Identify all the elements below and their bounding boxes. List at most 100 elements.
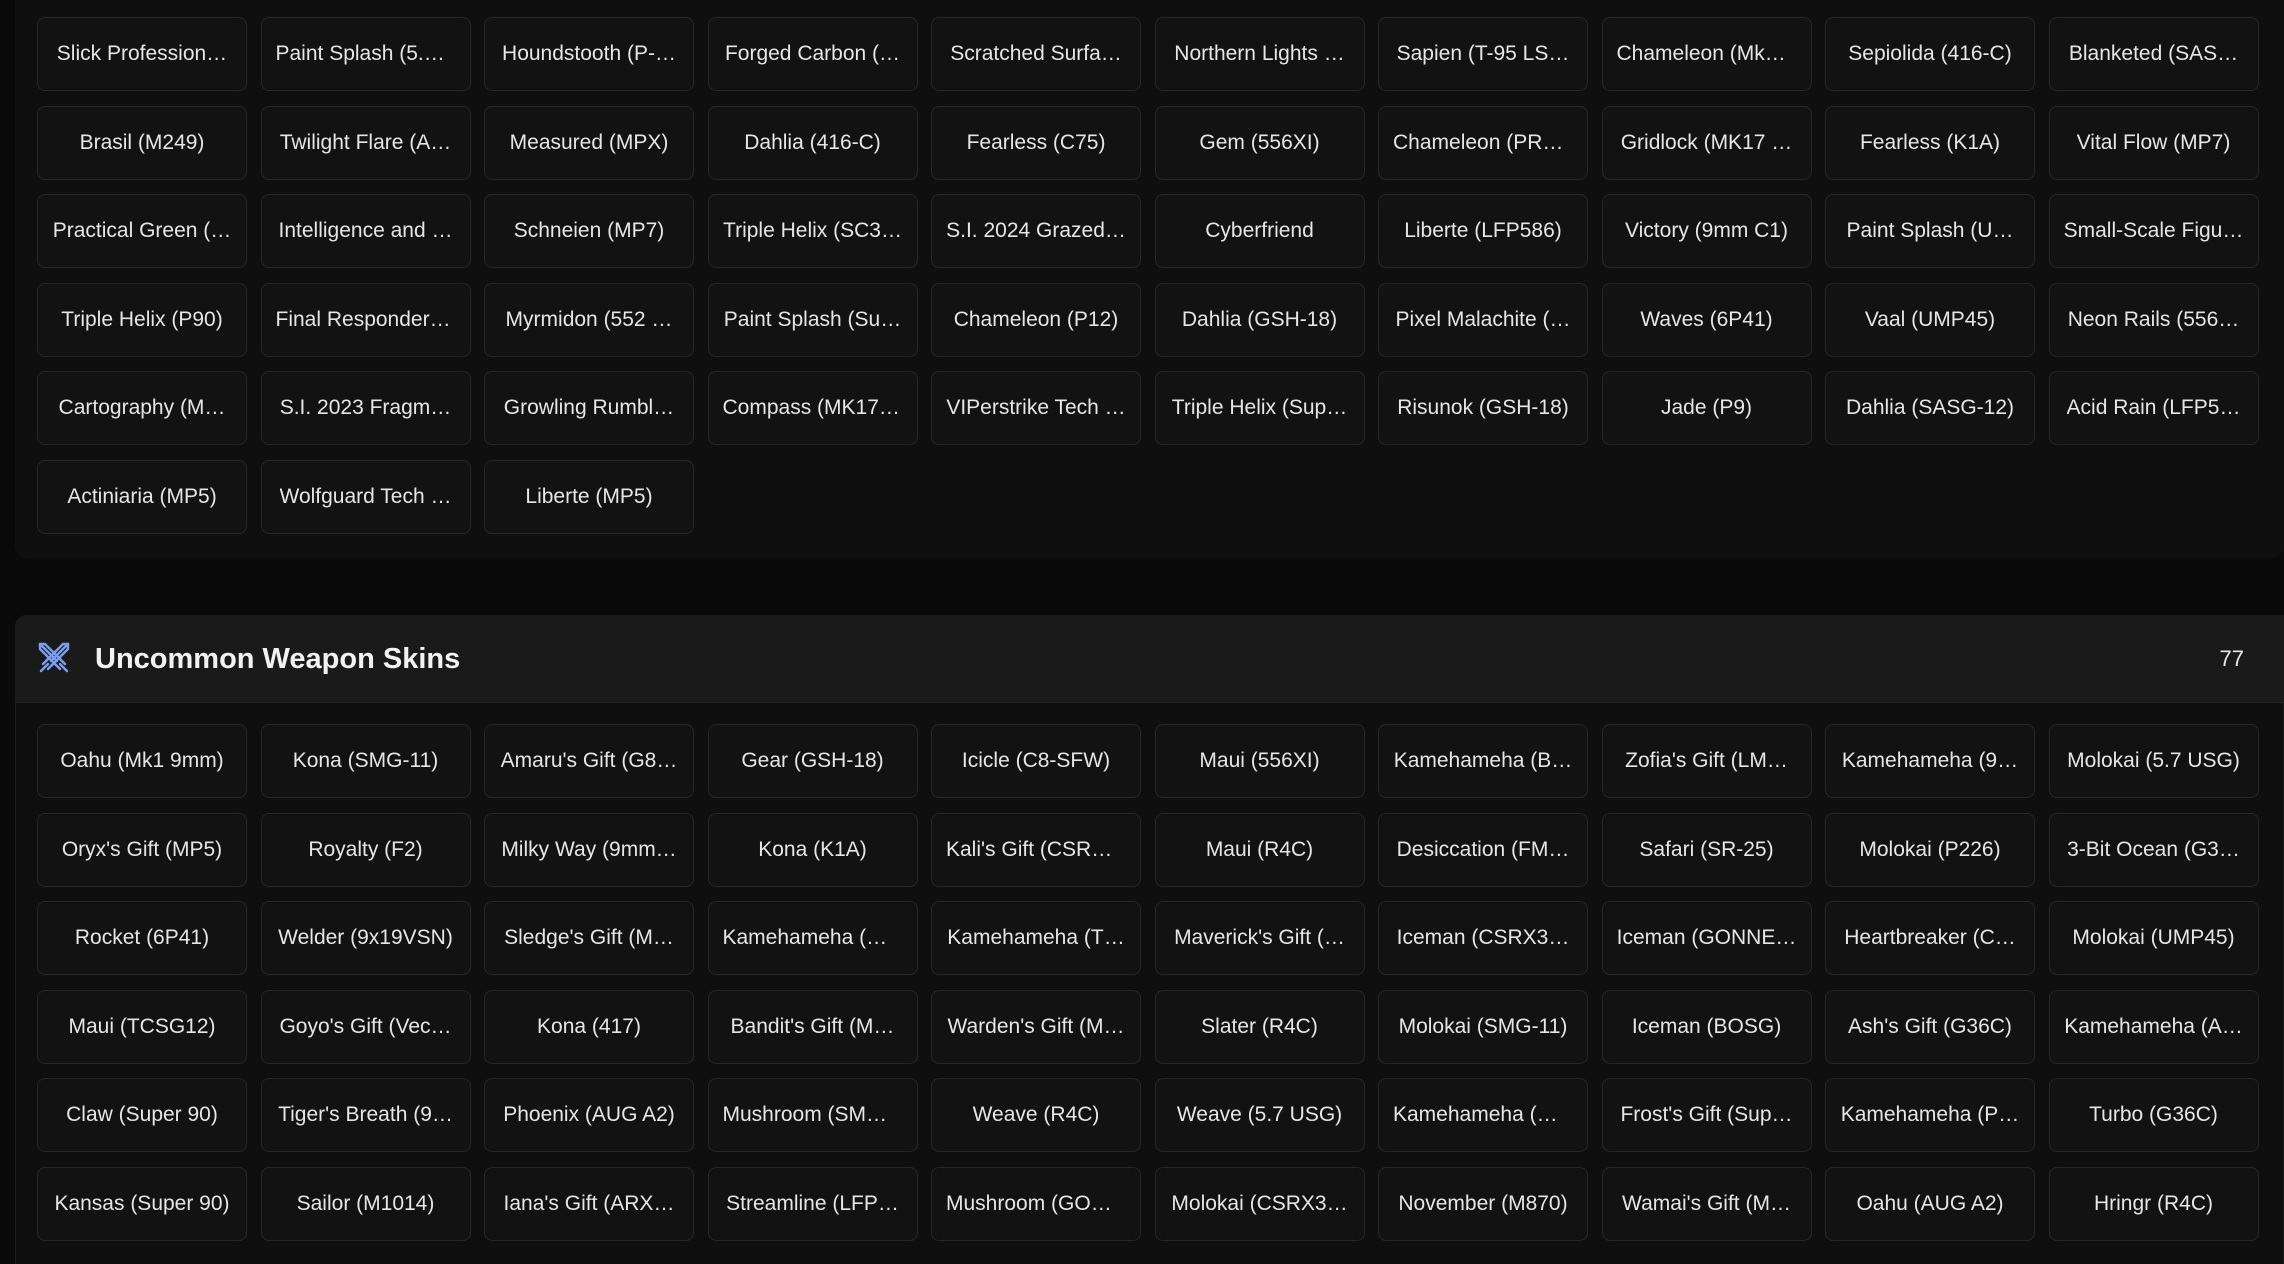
skin-tile[interactable]: Growling Rumbl…	[484, 371, 694, 445]
skin-tile[interactable]: Turbo (G36C)	[2048, 1078, 2259, 1152]
uncommon-section-header[interactable]: Uncommon Weapon Skins 77	[15, 615, 2284, 703]
skin-tile[interactable]: Sailor (M1014)	[260, 1166, 471, 1241]
skin-tile[interactable]: Liberte (MP5)	[484, 459, 694, 534]
skin-tile[interactable]: Liberte (LFP586)	[1378, 194, 1588, 268]
skin-tile[interactable]: Risunok (GSH-18)	[1378, 371, 1588, 445]
skin-tile[interactable]: Dahlia (SASG-12)	[1825, 371, 2035, 445]
skin-tile[interactable]: Maui (556XI)	[1154, 724, 1365, 798]
skin-tile[interactable]: Sledge's Gift (M…	[484, 901, 694, 975]
skin-tile[interactable]: Actiniaria (MP5)	[37, 459, 247, 534]
skin-tile[interactable]: Scratched Surfa…	[931, 17, 1141, 91]
skin-tile[interactable]: Kamehameha (T…	[931, 901, 1141, 975]
skin-tile[interactable]: Safari (SR-25)	[1601, 812, 1812, 887]
skin-tile[interactable]: Maverick's Gift (…	[1154, 901, 1365, 975]
skin-tile[interactable]: Sapien (T-95 LS…	[1378, 17, 1588, 91]
skin-tile[interactable]: Houndstooth (P-…	[484, 17, 694, 91]
skin-tile[interactable]: Zofia's Gift (LM…	[1601, 724, 1812, 798]
skin-tile[interactable]: Goyo's Gift (Vec…	[260, 989, 471, 1064]
skin-tile[interactable]: Maui (TCSG12)	[37, 989, 247, 1064]
skin-tile[interactable]: Icicle (C8-SFW)	[931, 724, 1141, 798]
skin-tile[interactable]: Kona (SMG-11)	[260, 724, 471, 798]
skin-tile[interactable]: Acid Rain (LFP5…	[2048, 371, 2259, 445]
skin-tile[interactable]: Phoenix (AUG A2)	[484, 1078, 694, 1152]
skin-tile[interactable]: Small-Scale Figu…	[2048, 194, 2259, 268]
skin-tile[interactable]: Royalty (F2)	[260, 812, 471, 887]
skin-tile[interactable]: Tiger's Breath (9…	[260, 1078, 471, 1152]
skin-tile[interactable]: Twilight Flare (A…	[260, 105, 471, 180]
skin-tile[interactable]: Claw (Super 90)	[37, 1078, 247, 1152]
skin-tile[interactable]: Pixel Malachite (…	[1378, 282, 1588, 357]
skin-tile[interactable]: Compass (MK17 …	[707, 371, 918, 445]
skin-tile[interactable]: Triple Helix (P90)	[37, 282, 247, 357]
skin-tile[interactable]: Wamai's Gift (M…	[1601, 1166, 1812, 1241]
skin-tile[interactable]: Kona (417)	[484, 989, 694, 1064]
skin-tile[interactable]: Amaru's Gift (G8…	[484, 724, 694, 798]
skin-tile[interactable]: Northern Lights …	[1154, 17, 1365, 91]
skin-tile[interactable]: Paint Splash (U…	[1825, 194, 2035, 268]
skin-tile[interactable]: Welder (9x19VSN)	[260, 901, 471, 975]
skin-tile[interactable]: Slick Profession…	[37, 17, 247, 91]
skin-tile[interactable]: Practical Green (…	[37, 194, 247, 268]
skin-tile[interactable]: S.I. 2024 Grazed…	[931, 194, 1141, 268]
skin-tile[interactable]: Frost's Gift (Sup…	[1601, 1078, 1812, 1152]
skin-tile[interactable]: Rocket (6P41)	[37, 901, 247, 975]
skin-tile[interactable]: Kamehameha (A…	[2048, 989, 2259, 1064]
skin-tile[interactable]: Iceman (GONNE…	[1601, 901, 1812, 975]
skin-tile[interactable]: Triple Helix (Sup…	[1154, 371, 1365, 445]
skin-tile[interactable]: Maui (R4C)	[1154, 812, 1365, 887]
skin-tile[interactable]: S.I. 2023 Fragm…	[260, 371, 471, 445]
skin-tile[interactable]: Molokai (CSRX3…	[1154, 1166, 1365, 1241]
skin-tile[interactable]: Kona (K1A)	[707, 812, 918, 887]
skin-tile[interactable]: Brasil (M249)	[37, 105, 247, 180]
skin-tile[interactable]: Iceman (CSRX3…	[1378, 901, 1588, 975]
skin-tile[interactable]: Dahlia (416-C)	[707, 105, 918, 180]
skin-tile[interactable]: 3-Bit Ocean (G3…	[2048, 812, 2259, 887]
skin-tile[interactable]: Kali's Gift (CSRX…	[931, 812, 1141, 887]
skin-tile[interactable]: Cartography (M…	[37, 371, 247, 445]
skin-tile[interactable]: Chameleon (P12)	[931, 282, 1141, 357]
skin-tile[interactable]: Kamehameha (B…	[1378, 724, 1588, 798]
skin-tile[interactable]: Molokai (P226)	[1825, 812, 2035, 887]
skin-tile[interactable]: Gear (GSH-18)	[707, 724, 918, 798]
skin-tile[interactable]: Sepiolida (416-C)	[1825, 17, 2035, 91]
skin-tile[interactable]: Mushroom (SMG…	[707, 1078, 918, 1152]
skin-tile[interactable]: Paint Splash (Su…	[707, 282, 918, 357]
skin-tile[interactable]: Dahlia (GSH-18)	[1154, 282, 1365, 357]
skin-tile[interactable]: Intelligence and …	[260, 194, 471, 268]
skin-tile[interactable]: Chameleon (PRB…	[1378, 105, 1588, 180]
skin-tile[interactable]: Mushroom (GON…	[931, 1166, 1141, 1241]
skin-tile[interactable]: Molokai (5.7 USG)	[2048, 724, 2259, 798]
skin-tile[interactable]: Oryx's Gift (MP5)	[37, 812, 247, 887]
skin-tile[interactable]: Fearless (K1A)	[1825, 105, 2035, 180]
skin-tile[interactable]: Iana's Gift (ARX…	[484, 1166, 694, 1241]
skin-tile[interactable]: Kamehameha (G…	[707, 901, 918, 975]
skin-tile[interactable]: Gem (556XI)	[1154, 105, 1365, 180]
skin-tile[interactable]: Desiccation (FM…	[1378, 812, 1588, 887]
skin-tile[interactable]: Victory (9mm C1)	[1601, 194, 1812, 268]
skin-tile[interactable]: Ash's Gift (G36C)	[1825, 989, 2035, 1064]
skin-tile[interactable]: Milky Way (9mm…	[484, 812, 694, 887]
skin-tile[interactable]: Kamehameha (9…	[1825, 724, 2035, 798]
skin-tile[interactable]: Heartbreaker (C…	[1825, 901, 2035, 975]
skin-tile[interactable]: Oahu (Mk1 9mm)	[37, 724, 247, 798]
skin-tile[interactable]: Kamehameha (P…	[1825, 1078, 2035, 1152]
skin-tile[interactable]: Cyberfriend	[1154, 194, 1365, 268]
skin-tile[interactable]: VIPerstrike Tech …	[931, 371, 1141, 445]
skin-tile[interactable]: Vaal (UMP45)	[1825, 282, 2035, 357]
skin-tile[interactable]: Molokai (UMP45)	[2048, 901, 2259, 975]
skin-tile[interactable]: Paint Splash (5.7…	[260, 17, 471, 91]
skin-tile[interactable]: Streamline (LFP…	[707, 1166, 918, 1241]
skin-tile[interactable]: Waves (6P41)	[1601, 282, 1812, 357]
skin-tile[interactable]: Triple Helix (SC3…	[707, 194, 918, 268]
skin-tile[interactable]: Weave (5.7 USG)	[1154, 1078, 1365, 1152]
skin-tile[interactable]: Myrmidon (552 …	[484, 282, 694, 357]
skin-tile[interactable]: Hringr (R4C)	[2048, 1166, 2259, 1241]
skin-tile[interactable]: Molokai (SMG-11)	[1378, 989, 1588, 1064]
skin-tile[interactable]: Forged Carbon (…	[707, 17, 918, 91]
skin-tile[interactable]: Fearless (C75)	[931, 105, 1141, 180]
skin-tile[interactable]: Final Responder …	[260, 282, 471, 357]
skin-tile[interactable]: Gridlock (MK17 …	[1601, 105, 1812, 180]
skin-tile[interactable]: Jade (P9)	[1601, 371, 1812, 445]
skin-tile[interactable]: Vital Flow (MP7)	[2048, 105, 2259, 180]
skin-tile[interactable]: Iceman (BOSG)	[1601, 989, 1812, 1064]
